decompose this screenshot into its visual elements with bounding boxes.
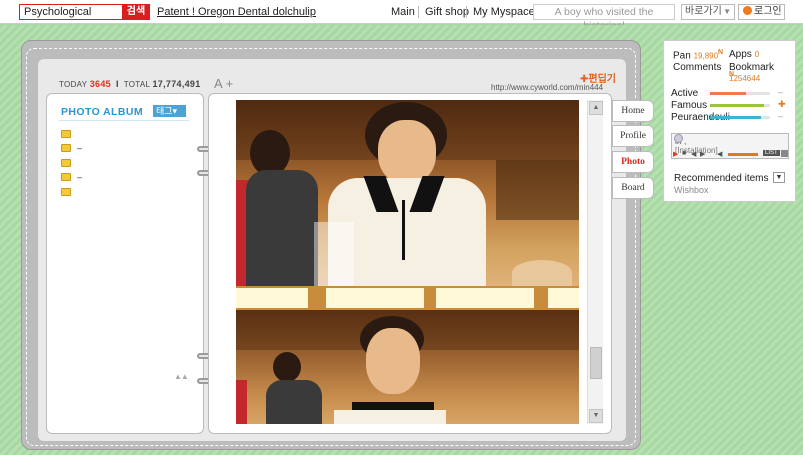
stat-friends-mark: –	[778, 111, 784, 121]
stat-active-label: Active	[671, 88, 699, 99]
folder-icon	[61, 159, 71, 167]
folder-item[interactable]: –	[61, 143, 82, 153]
login-button[interactable]: 로그인	[738, 4, 785, 20]
counter-separator: I	[116, 79, 119, 89]
pan-label: Pan	[673, 50, 691, 62]
volume-icon[interactable]: ◀	[717, 150, 722, 158]
apps-value: 0	[754, 50, 760, 59]
stat-active-fill	[710, 92, 746, 95]
total-count: 17,774,491	[152, 79, 201, 89]
font-size-button[interactable]: A +	[214, 76, 233, 91]
scroll-up-icon[interactable]: ▲▲	[174, 372, 189, 381]
stat-active-mark: –	[778, 87, 784, 97]
play-icon[interactable]: ▶	[673, 150, 678, 158]
nav-my-myspace[interactable]: My Myspace	[473, 6, 535, 18]
chevron-down-icon: ▼	[723, 7, 731, 16]
music-note-icon	[674, 134, 683, 143]
stat-famous-label: Famous	[671, 100, 708, 111]
nav-gift-shop[interactable]: Gift shop	[425, 6, 469, 18]
scroll-up-icon[interactable]: ▲	[589, 101, 603, 115]
visitor-counter: TODAY 3645 I TOTAL 17,774,491	[59, 79, 201, 89]
search-button[interactable]: 검색	[122, 4, 150, 20]
folder-item[interactable]: –	[61, 172, 82, 182]
today-count: 3645	[89, 79, 111, 89]
today-label: TODAY	[59, 80, 88, 89]
stat-famous-fill	[710, 104, 764, 107]
bookmark-label: Bookmark	[729, 62, 775, 73]
stat-active-bar	[710, 92, 770, 95]
pause-icon[interactable]: ■	[682, 150, 686, 157]
goto-dropdown[interactable]: 바로가기 ▼	[681, 4, 735, 20]
photo-separator	[236, 286, 579, 310]
recommended-items-label[interactable]: Recommended items	[674, 173, 768, 184]
folder-icon	[61, 144, 71, 152]
volume-slider[interactable]	[728, 153, 758, 156]
top-navigation-bar: 검색 Patent ! Oregon Dental dolchulip Main…	[0, 0, 803, 32]
pan-stat[interactable]: Pan 19,890N	[673, 49, 723, 61]
scroll-down-icon[interactable]: ▼	[589, 409, 603, 423]
nav-main[interactable]: Main	[391, 6, 415, 18]
next-icon[interactable]: ▶	[700, 150, 705, 158]
pan-value: 19,890	[693, 51, 719, 61]
stat-famous-bar	[710, 104, 770, 107]
folder-icon	[61, 130, 71, 138]
close-icon[interactable]	[781, 150, 788, 157]
stat-famous-mark: ✚	[778, 99, 786, 109]
chevron-down-icon[interactable]: ▼	[773, 172, 785, 183]
tab-board[interactable]: Board	[612, 177, 654, 199]
tab-photo[interactable]: Photo	[612, 151, 654, 173]
patent-link[interactable]: Patent ! Oregon Dental dolchulip	[157, 6, 316, 18]
wishbox-link[interactable]: Wishbox	[674, 185, 709, 195]
stat-friends-fill	[710, 116, 761, 119]
folder-item[interactable]	[61, 129, 77, 139]
apps-label: Apps	[729, 49, 752, 60]
playlist-button[interactable]: LIST	[763, 150, 780, 156]
stat-friends-bar	[710, 116, 770, 119]
bookmark-stat[interactable]: Bookmark 1254644	[729, 62, 803, 84]
goto-label: 바로가기	[685, 6, 722, 17]
nav-divider	[418, 6, 419, 18]
tab-profile[interactable]: Profile	[612, 125, 654, 147]
login-label: 로그인	[754, 6, 782, 17]
nav-divider	[466, 6, 467, 18]
album-divider	[59, 120, 189, 121]
login-icon	[743, 6, 752, 15]
folder-item[interactable]	[61, 187, 77, 197]
visitor-text-box[interactable]: A boy who visited the historical	[533, 4, 675, 32]
apps-stat[interactable]: Apps 0	[729, 49, 759, 60]
tab-home[interactable]: Home	[612, 100, 654, 122]
album-title: PHOTO ALBUM	[61, 106, 143, 118]
folder-label: –	[77, 143, 83, 153]
folder-icon	[61, 173, 71, 181]
folder-label: –	[77, 172, 83, 182]
prev-icon[interactable]: ◀	[691, 150, 696, 158]
photo-image[interactable]	[236, 100, 579, 286]
photo-scrollbar[interactable]: ▲ ▼	[587, 100, 603, 424]
player-controls: ▶ ■ ◀ ▶ ◀ LIST	[673, 150, 791, 159]
tag-dropdown-button[interactable]: 태그▾	[153, 105, 186, 117]
folder-icon	[61, 188, 71, 196]
search-input[interactable]	[19, 4, 123, 20]
comments-link[interactable]: Comments	[673, 62, 721, 73]
new-badge-icon: N	[729, 71, 735, 78]
new-badge-icon: N	[718, 49, 724, 56]
minihome-url[interactable]: http://www.cyworld.com/min444	[491, 83, 603, 92]
photo-image[interactable]	[236, 310, 579, 424]
folder-item[interactable]	[61, 158, 77, 168]
total-label: TOTAL	[123, 80, 150, 89]
scrollbar-thumb[interactable]	[590, 347, 602, 379]
